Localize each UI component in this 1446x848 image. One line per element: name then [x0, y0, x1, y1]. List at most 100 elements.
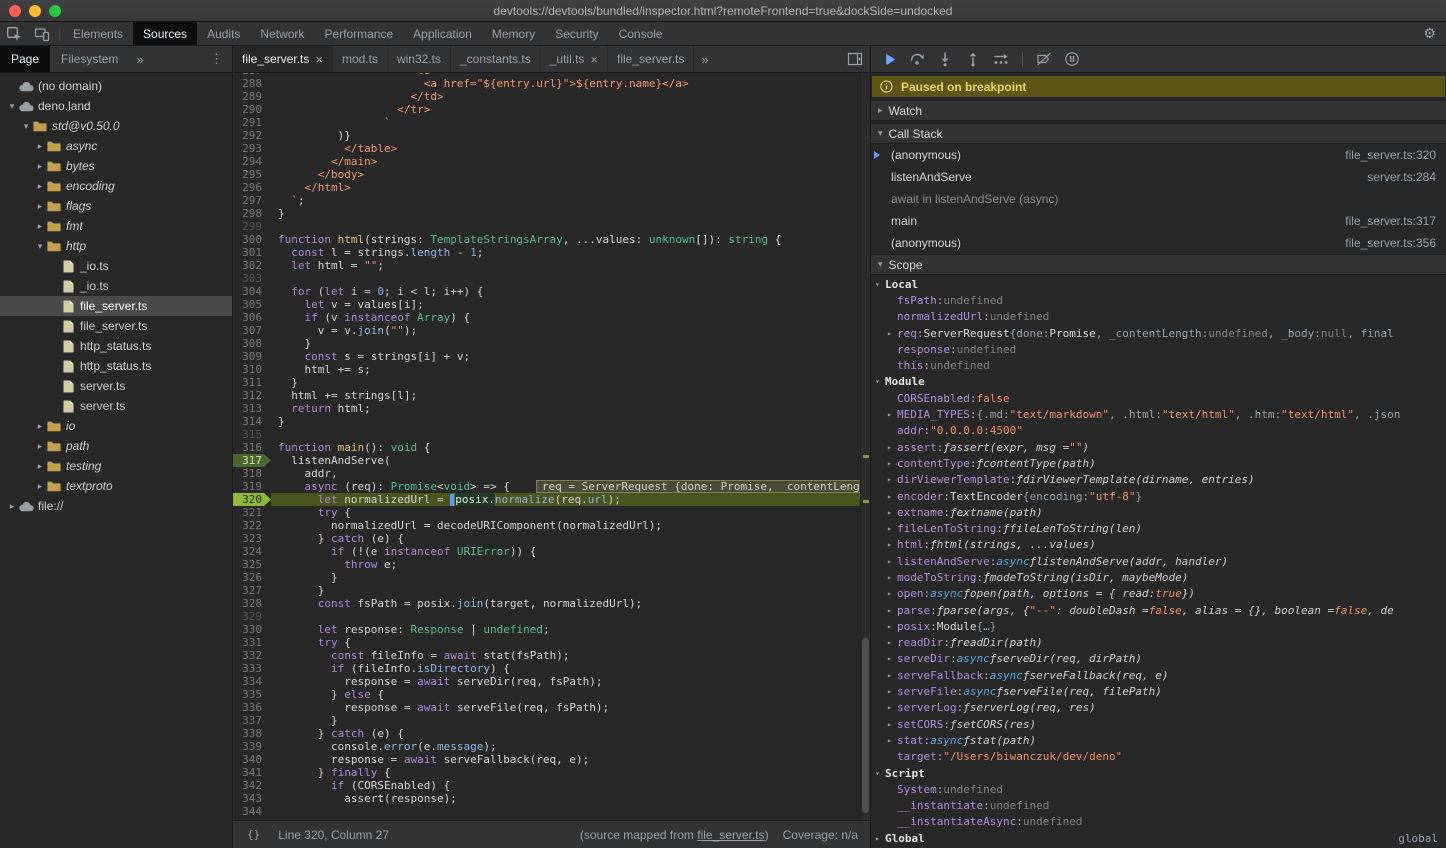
scope-variable-media-types[interactable]: ▸MEDIA_TYPES: {.md: "text/markdown", .ht…: [871, 406, 1446, 422]
code-line-320[interactable]: 320 let normalizedUrl = posix.normalize(…: [233, 493, 860, 506]
code-line-301[interactable]: 301 const l = strings.length - 1;: [233, 246, 860, 259]
call-stack-section-header[interactable]: ▾ Call Stack: [871, 123, 1446, 144]
tree-item-async[interactable]: ▸async: [0, 136, 232, 156]
code-line-323[interactable]: 323 } catch (e) {: [233, 532, 860, 545]
tree-item-std-v0-50-0[interactable]: ▾std@v0.50.0: [0, 116, 232, 136]
code-line-306[interactable]: 306 if (v instanceof Array) {: [233, 311, 860, 324]
line-number[interactable]: 295: [233, 168, 271, 181]
code-line-294[interactable]: 294 </main>: [233, 155, 860, 168]
code-line-327[interactable]: 327 }: [233, 584, 860, 597]
line-number[interactable]: 329: [233, 610, 271, 623]
code-text[interactable]: const fsPath = posix.join(target, normal…: [271, 597, 860, 610]
code-line-317[interactable]: 317 listenAndServe(: [233, 454, 860, 467]
code-line-342[interactable]: 342 if (CORSEnabled) {: [233, 779, 860, 792]
scope-variable-dirviewertemplate[interactable]: ▸dirViewerTemplate: ƒ dirViewerTemplate(…: [871, 472, 1446, 488]
chevron-right-icon[interactable]: ▸: [887, 622, 897, 631]
code-text[interactable]: `: [271, 116, 860, 129]
line-number[interactable]: 298: [233, 207, 271, 220]
scope-group-local[interactable]: ▾Local: [871, 276, 1446, 292]
scope-variable-listenandserve[interactable]: ▸listenAndServe: async ƒ listenAndServe(…: [871, 553, 1446, 569]
code-text[interactable]: </tr>: [271, 103, 860, 116]
close-window-button[interactable]: [9, 5, 21, 17]
code-line-297[interactable]: 297 `;: [233, 194, 860, 207]
line-number[interactable]: 309: [233, 350, 271, 363]
tree-item-io-ts[interactable]: _io.ts: [0, 256, 232, 276]
scope-variable-normalizedurl[interactable]: normalizedUrl: undefined: [871, 309, 1446, 325]
scope-variable-parse[interactable]: ▸parse: ƒ parse(args, { "--": doubleDash…: [871, 602, 1446, 618]
code-line-308[interactable]: 308 }: [233, 337, 860, 350]
code-text[interactable]: [271, 805, 860, 818]
line-number[interactable]: 294: [233, 155, 271, 168]
scope-variable-assert[interactable]: ▸assert: ƒ assert(expr, msg = ""): [871, 439, 1446, 455]
line-number[interactable]: 319: [233, 480, 271, 493]
breakpoint-line-number[interactable]: 317: [233, 454, 271, 467]
code-text[interactable]: const fileInfo = await stat(fsPath);: [271, 649, 860, 662]
main-tab-application[interactable]: Application: [403, 22, 482, 45]
tree-item-file-server-ts[interactable]: file_server.ts: [0, 316, 232, 336]
chevron-right-icon[interactable]: ▸: [887, 720, 897, 729]
expand-icon[interactable]: ▸: [34, 181, 46, 192]
main-tab-performance[interactable]: Performance: [314, 22, 403, 45]
code-line-292[interactable]: 292 )}: [233, 129, 860, 142]
scope-variable-setcors[interactable]: ▸setCORS: ƒ setCORS(res): [871, 716, 1446, 732]
code-line-307[interactable]: 307 v = v.join("");: [233, 324, 860, 337]
editor-scrollbar[interactable]: [860, 73, 870, 820]
line-number[interactable]: 342: [233, 779, 271, 792]
line-number[interactable]: 299: [233, 220, 271, 233]
line-number[interactable]: 339: [233, 740, 271, 753]
line-number[interactable]: 334: [233, 675, 271, 688]
tree-item-deno-land[interactable]: ▾deno.land: [0, 96, 232, 116]
line-number[interactable]: 335: [233, 688, 271, 701]
line-number[interactable]: 290: [233, 103, 271, 116]
code-line-335[interactable]: 335 } else {: [233, 688, 860, 701]
line-number[interactable]: 323: [233, 532, 271, 545]
line-number[interactable]: 328: [233, 597, 271, 610]
code-line-330[interactable]: 330 let response: Response | undefined;: [233, 623, 860, 636]
chevron-right-icon[interactable]: ▸: [887, 410, 897, 419]
line-number[interactable]: 306: [233, 311, 271, 324]
code-text[interactable]: let response: Response | undefined;: [271, 623, 860, 636]
code-text[interactable]: html += s;: [271, 363, 860, 376]
code-line-298[interactable]: 298}: [233, 207, 860, 220]
device-toolbar-icon[interactable]: [28, 22, 56, 45]
line-number[interactable]: 313: [233, 402, 271, 415]
line-number[interactable]: 311: [233, 376, 271, 389]
line-number[interactable]: 304: [233, 285, 271, 298]
expand-icon[interactable]: ▸: [34, 421, 46, 432]
code-line-293[interactable]: 293 </table>: [233, 142, 860, 155]
code-line-329[interactable]: 329: [233, 610, 860, 623]
code-line-305[interactable]: 305 let v = values[i];: [233, 298, 860, 311]
line-number[interactable]: 315: [233, 428, 271, 441]
tree-item-path[interactable]: ▸path: [0, 436, 232, 456]
tree-item-http-status-ts[interactable]: http_status.ts: [0, 336, 232, 356]
code-line-313[interactable]: 313 return html;: [233, 402, 860, 415]
chevron-right-icon[interactable]: ▸: [887, 524, 897, 533]
scope-variable-modetostring[interactable]: ▸modeToString: ƒ modeToString(isDir, may…: [871, 569, 1446, 585]
chevron-right-icon[interactable]: ▸: [887, 492, 897, 501]
code-text[interactable]: let v = values[i];: [271, 298, 860, 311]
code-text[interactable]: }: [271, 584, 860, 597]
line-number[interactable]: 333: [233, 662, 271, 675]
scope-variable-servedir[interactable]: ▸serveDir: async ƒ serveDir(req, dirPath…: [871, 651, 1446, 667]
line-number[interactable]: 308: [233, 337, 271, 350]
code-line-332[interactable]: 332 const fileInfo = await stat(fsPath);: [233, 649, 860, 662]
tree-item-testing[interactable]: ▸testing: [0, 456, 232, 476]
editor-tab-mod-ts[interactable]: mod.ts: [333, 46, 388, 72]
line-number[interactable]: 336: [233, 701, 271, 714]
code-line-326[interactable]: 326 }: [233, 571, 860, 584]
line-number[interactable]: 303: [233, 272, 271, 285]
expand-icon[interactable]: ▸: [34, 441, 46, 452]
scope-variable-servefallback[interactable]: ▸serveFallback: async ƒ serveFallback(re…: [871, 667, 1446, 683]
code-line-303[interactable]: 303: [233, 272, 860, 285]
chevron-right-icon[interactable]: ▸: [887, 638, 897, 647]
code-line-338[interactable]: 338 } catch (e) {: [233, 727, 860, 740]
scope-group-script[interactable]: ▾Script: [871, 765, 1446, 781]
line-number[interactable]: 343: [233, 792, 271, 805]
main-tab-console[interactable]: Console: [609, 22, 673, 45]
code-text[interactable]: const l = strings.length - 1;: [271, 246, 860, 259]
main-tab-memory[interactable]: Memory: [482, 22, 545, 45]
code-line-291[interactable]: 291 `: [233, 116, 860, 129]
scope-variable-filelentostring[interactable]: ▸fileLenToString: ƒ fileLenToString(len): [871, 520, 1446, 536]
code-text[interactable]: listenAndServe(: [271, 454, 860, 467]
line-number[interactable]: 301: [233, 246, 271, 259]
